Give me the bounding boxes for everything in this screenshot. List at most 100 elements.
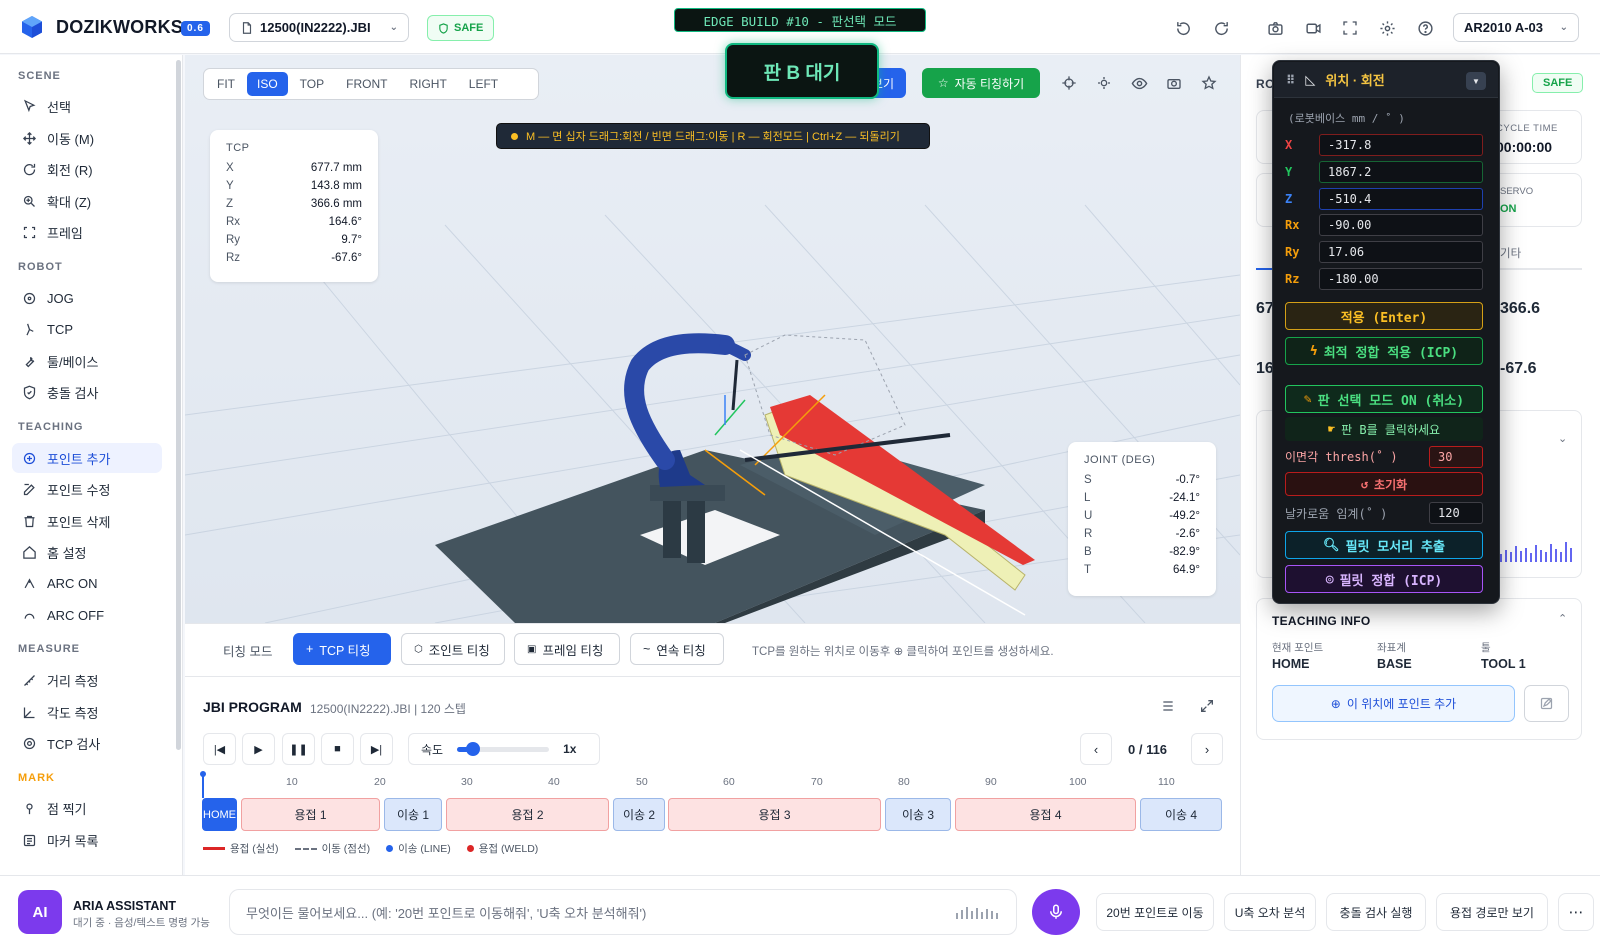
camera-icon[interactable] (1264, 17, 1286, 39)
sidebar-item-delete-point[interactable]: 포인트 삭제 (12, 506, 162, 536)
sidebar-item-add-point[interactable]: 포인트 추가 (12, 443, 162, 473)
fullscreen-icon[interactable] (1339, 17, 1361, 39)
sidebar-item-collision-check[interactable]: 충돌 검사 (12, 377, 162, 407)
timeline-segment-move-4[interactable]: 이송 4 (1140, 798, 1222, 831)
microphone-button[interactable] (1032, 889, 1080, 935)
quick-move-point-20-button[interactable]: 20번 포인트로 이동 (1096, 893, 1214, 931)
play-button[interactable]: ▶ (242, 733, 275, 765)
tab-left[interactable]: LEFT (459, 72, 508, 96)
expand-icon[interactable] (1199, 698, 1215, 717)
tcp-teach-button[interactable]: + TCP 티칭 (293, 633, 391, 665)
sidebar-item-tcp-check[interactable]: TCP 검사 (12, 728, 162, 758)
chevron-up-icon[interactable]: ⌃ (1558, 612, 1567, 625)
sidebar-item-distance[interactable]: 거리 측정 (12, 665, 162, 695)
quick-u-axis-analysis-button[interactable]: U축 오차 분석 (1224, 893, 1316, 931)
drag-handle-icon[interactable]: ⠿ (1286, 73, 1295, 87)
edit-point-button[interactable] (1524, 685, 1569, 722)
sidebar-item-arc-on[interactable]: ARC ON (12, 568, 162, 598)
robot-selector[interactable]: AR2010 A-03 ⌄ (1453, 13, 1579, 42)
focus-icon[interactable] (1093, 72, 1115, 94)
edge-threshold-input[interactable]: 120 (1429, 502, 1483, 524)
sidebar-item-home-set[interactable]: 홈 설정 (12, 537, 162, 567)
crosshair-icon[interactable] (1058, 72, 1080, 94)
speed-slider-knob[interactable] (466, 741, 481, 756)
gear-icon[interactable] (1376, 17, 1398, 39)
more-options-button[interactable]: ⋯ (1558, 893, 1594, 931)
pencil-icon: ✎ (1303, 391, 1312, 407)
tab-fit[interactable]: FIT (207, 72, 245, 96)
field-rx-input[interactable]: -90.00 (1319, 214, 1483, 236)
sidebar-item-arc-off[interactable]: ARC OFF (12, 600, 162, 630)
undo-icon[interactable] (1172, 17, 1194, 39)
field-rz-input[interactable]: -180.00 (1319, 268, 1483, 290)
timeline-segment-home[interactable]: HOME (202, 798, 237, 831)
sidebar-item-marker-list[interactable]: 마커 목록 (12, 825, 162, 855)
sidebar-item-place-point[interactable]: 점 찍기 (12, 793, 162, 823)
timeline-segment-move-2[interactable]: 이송 2 (613, 798, 665, 831)
sidebar-item-jog[interactable]: JOG (12, 283, 162, 313)
field-y-input[interactable]: 1867.2 (1319, 161, 1483, 183)
icp-apply-button[interactable]: ϟ 최적 정합 적용 (ICP) (1285, 337, 1483, 365)
pause-button[interactable]: ❚❚ (282, 733, 315, 765)
timeline-segment-move-1[interactable]: 이송 1 (384, 798, 442, 831)
speed-slider[interactable] (457, 741, 550, 756)
field-ry-input[interactable]: 17.06 (1319, 241, 1483, 263)
quick-weld-path-only-button[interactable]: 용접 경로만 보기 (1436, 893, 1548, 931)
field-rz-label: Rz (1285, 272, 1300, 286)
field-x-input[interactable]: -317.8 (1319, 134, 1483, 156)
frame-teach-button[interactable]: ▣ 프레임 티칭 (514, 633, 620, 665)
tab-front[interactable]: FRONT (336, 72, 397, 96)
eye-icon[interactable] (1128, 72, 1150, 94)
click-plate-hint: ☛ 판 B를 클릭하세요 (1285, 417, 1483, 441)
timeline-segment-weld-3[interactable]: 용접 3 (668, 798, 881, 831)
sidebar-item-zoom[interactable]: 확대 (Z) (12, 186, 162, 216)
tab-other[interactable]: 기타 (1500, 245, 1521, 261)
sidebar-item-label: 거리 측정 (47, 673, 99, 689)
thresh-input[interactable]: 30 (1429, 446, 1483, 468)
sidebar-item-edit-point[interactable]: 포인트 수정 (12, 474, 162, 504)
camera-icon[interactable] (1163, 72, 1185, 94)
panel-header[interactable]: ⠿ ◺ 위치 · 회전 (1274, 62, 1498, 98)
sidebar-item-rotate[interactable]: 회전 (R) (12, 154, 162, 184)
plate-select-mode-button[interactable]: ✎ 판 선택 모드 ON (취소) (1285, 385, 1483, 413)
redo-icon[interactable] (1210, 17, 1232, 39)
chevron-down-icon[interactable]: ⌄ (1558, 432, 1567, 445)
collapse-caret-icon[interactable]: ▼ (1466, 72, 1486, 90)
tab-iso[interactable]: ISO (247, 72, 288, 96)
quick-collision-check-button[interactable]: 충돌 검사 실행 (1326, 893, 1426, 931)
skip-end-button[interactable]: ▶| (360, 733, 393, 765)
field-z-input[interactable]: -510.4 (1319, 188, 1483, 210)
video-icon[interactable] (1302, 17, 1324, 39)
timeline-segment-weld-1[interactable]: 용접 1 (241, 798, 380, 831)
auto-teach-button[interactable]: ☆ 자동 티칭하기 (922, 68, 1040, 98)
sidebar-item-move[interactable]: 이동 (M) (12, 123, 162, 153)
file-selector[interactable]: 12500(IN2222).JBI ⌄ (229, 13, 409, 42)
sidebar-scrollbar[interactable] (176, 60, 181, 750)
tab-right[interactable]: RIGHT (399, 72, 456, 96)
sidebar-item-frame[interactable]: 프레임 (12, 217, 162, 247)
timeline-segment-weld-2[interactable]: 용접 2 (446, 798, 609, 831)
fillet-icp-button[interactable]: ◎ 필릿 정합 (ICP) (1285, 565, 1483, 593)
sidebar-item-tcp[interactable]: TCP (12, 314, 162, 344)
extract-fillet-edge-button[interactable]: 🔍︎ 필릿 모서리 추출 (1285, 531, 1483, 559)
prev-step-button[interactable]: ‹ (1080, 733, 1112, 765)
add-point-here-button[interactable]: ⊕ 이 위치에 포인트 추가 (1272, 685, 1515, 722)
continuous-teach-button[interactable]: ~ 연속 티칭 (630, 633, 724, 665)
sidebar-item-tool-base[interactable]: 툴/베이스 (12, 346, 162, 376)
apply-button[interactable]: 적용 (Enter) (1285, 302, 1483, 330)
timeline-segment-move-3[interactable]: 이송 3 (885, 798, 951, 831)
sidebar-item-angle[interactable]: 각도 측정 (12, 697, 162, 727)
sidebar-item-select[interactable]: 선택 (12, 91, 162, 121)
help-icon[interactable] (1414, 17, 1436, 39)
star-icon[interactable] (1198, 72, 1220, 94)
timeline-segment-weld-4[interactable]: 용접 4 (955, 798, 1136, 831)
skip-start-button[interactable]: |◀ (203, 733, 236, 765)
tab-top[interactable]: TOP (290, 72, 334, 96)
stop-button[interactable]: ■ (321, 733, 354, 765)
next-step-button[interactable]: › (1191, 733, 1223, 765)
tcp-key: X (226, 162, 234, 174)
chat-input[interactable]: 무엇이든 물어보세요... (예: '20번 포인트로 이동해줘', 'U축 오… (229, 889, 1017, 935)
joint-teach-button[interactable]: ⬡ 조인트 티칭 (401, 633, 505, 665)
reset-button[interactable]: ↺ 초기화 (1285, 472, 1483, 496)
list-icon[interactable] (1160, 698, 1176, 717)
